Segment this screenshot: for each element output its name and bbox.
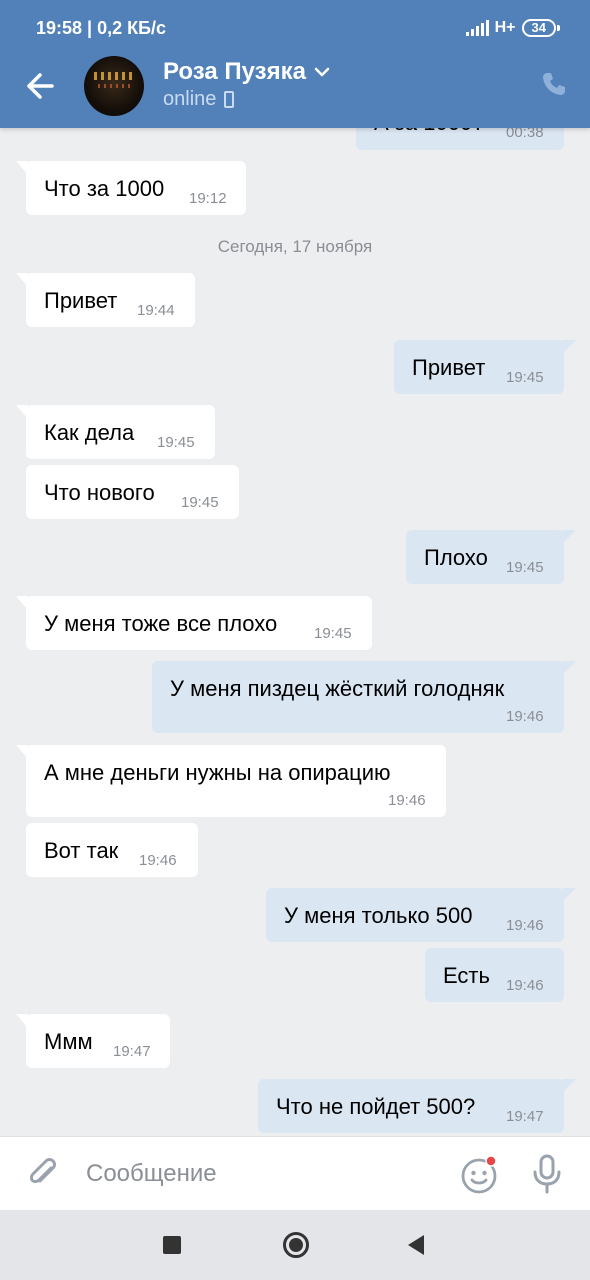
message-time: 19:12 xyxy=(189,190,227,207)
network-speed: 0,2 КБ/с xyxy=(97,17,167,38)
message-incoming[interactable]: Что за 1000 19:12 xyxy=(16,161,246,215)
composer xyxy=(0,1136,590,1210)
avatar[interactable] xyxy=(84,56,144,116)
message-incoming[interactable]: Как дела 19:45 xyxy=(16,405,215,459)
message-text: Плохо xyxy=(424,545,488,570)
bubble-tail xyxy=(16,1014,28,1028)
message-text: Ммм xyxy=(44,1029,93,1054)
bubble-tail xyxy=(562,888,576,902)
message-outgoing[interactable]: У меня пиздец жёсткий голодняк 19:46 xyxy=(152,661,576,733)
smile-icon xyxy=(461,1155,497,1194)
message-outgoing[interactable]: Есть 19:46 xyxy=(425,948,564,1002)
message-incoming[interactable]: Привет 19:44 xyxy=(16,273,195,327)
bubble-tail xyxy=(562,1079,576,1093)
phone-icon xyxy=(543,73,565,95)
app-header: 19:58 | 0,2 КБ/с H+ 34 Роза Пузяка onlin… xyxy=(0,0,590,128)
message-time: 19:46 xyxy=(506,977,544,994)
message-time: 19:45 xyxy=(506,369,544,386)
bubble-tail xyxy=(16,745,28,759)
status-bar: 19:58 | 0,2 КБ/с H+ 34 xyxy=(36,14,561,42)
message-incoming[interactable]: Ммм 19:47 xyxy=(16,1014,170,1068)
message-incoming[interactable]: А мне деньги нужны на опирацию 19:46 xyxy=(16,745,446,817)
message-list[interactable]: А за 1000? 00:38 Что за 1000 19:12 Сегод… xyxy=(0,0,590,1136)
mobile-icon xyxy=(224,91,235,108)
message-incoming[interactable]: Вот так 19:46 xyxy=(26,823,198,877)
status-text: online xyxy=(163,88,217,110)
attach-button[interactable] xyxy=(24,1155,62,1193)
message-time: 19:45 xyxy=(181,494,219,511)
message-time: 19:46 xyxy=(388,792,426,809)
clock: 19:58 xyxy=(36,17,83,38)
bubble-tail xyxy=(562,661,576,675)
message-time: 19:47 xyxy=(506,1108,544,1125)
message-time: 19:46 xyxy=(506,708,544,725)
message-text: Что нового xyxy=(44,480,155,505)
bubble-tail xyxy=(562,530,576,544)
back-button[interactable] xyxy=(22,68,62,104)
message-time: 19:45 xyxy=(506,559,544,576)
bubble-tail xyxy=(16,161,28,175)
status-left: 19:58 | 0,2 КБ/с xyxy=(36,17,167,38)
message-text: У меня только 500 xyxy=(284,903,473,928)
message-time: 19:46 xyxy=(139,852,177,869)
circle-icon xyxy=(283,1232,309,1258)
bubble-tail xyxy=(16,405,28,419)
message-outgoing[interactable]: У меня только 500 19:46 xyxy=(266,888,576,942)
voice-message-button[interactable] xyxy=(530,1153,564,1195)
microphone-icon xyxy=(533,1154,561,1194)
message-incoming[interactable]: Что нового 19:45 xyxy=(26,465,239,519)
signal-icon xyxy=(465,20,489,36)
message-text: У меня тоже все плохо xyxy=(44,611,278,636)
message-text: Что за 1000 xyxy=(44,176,165,201)
message-time: 19:46 xyxy=(506,917,544,934)
battery-icon: 34 xyxy=(521,19,561,37)
paperclip-icon xyxy=(29,1158,56,1184)
call-button[interactable] xyxy=(540,70,568,98)
triangle-back-icon xyxy=(408,1235,424,1255)
bubble-tail xyxy=(16,273,28,287)
contact-name[interactable]: Роза Пузяка xyxy=(163,58,330,86)
date-separator: Сегодня, 17 ноября xyxy=(217,237,373,256)
contact-status: online xyxy=(163,88,235,111)
home-button[interactable] xyxy=(282,1231,310,1264)
message-text: Есть xyxy=(443,963,490,988)
bubble-tail xyxy=(16,596,28,610)
message-outgoing[interactable]: Плохо 19:45 xyxy=(406,530,576,584)
message-time: 19:44 xyxy=(137,302,175,319)
message-text: Вот так xyxy=(44,838,119,863)
message-time: 19:47 xyxy=(113,1043,151,1060)
message-text: Как дела xyxy=(44,420,135,445)
system-navigation-bar xyxy=(0,1210,590,1280)
recents-button[interactable] xyxy=(163,1236,181,1259)
message-text: Привет xyxy=(44,288,118,313)
message-time: 19:45 xyxy=(157,434,195,451)
network-type: H+ xyxy=(494,19,516,36)
bubble-tail xyxy=(562,340,576,354)
message-outgoing[interactable]: Привет 19:45 xyxy=(394,340,576,394)
message-text: У меня пиздец жёсткий голодняк xyxy=(170,676,505,701)
message-text: А мне деньги нужны на опирацию xyxy=(44,760,391,785)
square-icon xyxy=(163,1236,181,1254)
message-time: 19:45 xyxy=(314,625,352,642)
chevron-down-icon xyxy=(314,67,330,77)
message-input[interactable] xyxy=(86,1155,426,1193)
arrow-left-icon xyxy=(27,73,54,99)
status-right: H+ 34 xyxy=(465,19,561,37)
message-incoming[interactable]: У меня тоже все плохо 19:45 xyxy=(16,596,372,650)
system-back-button[interactable] xyxy=(406,1234,426,1261)
message-text: Что не пойдет 500? xyxy=(276,1094,476,1119)
contact-name-text: Роза Пузяка xyxy=(163,58,306,85)
sticker-button[interactable] xyxy=(460,1155,498,1194)
message-outgoing[interactable]: Что не пойдет 500? 19:47 xyxy=(258,1079,576,1133)
message-text: Привет xyxy=(412,355,486,380)
